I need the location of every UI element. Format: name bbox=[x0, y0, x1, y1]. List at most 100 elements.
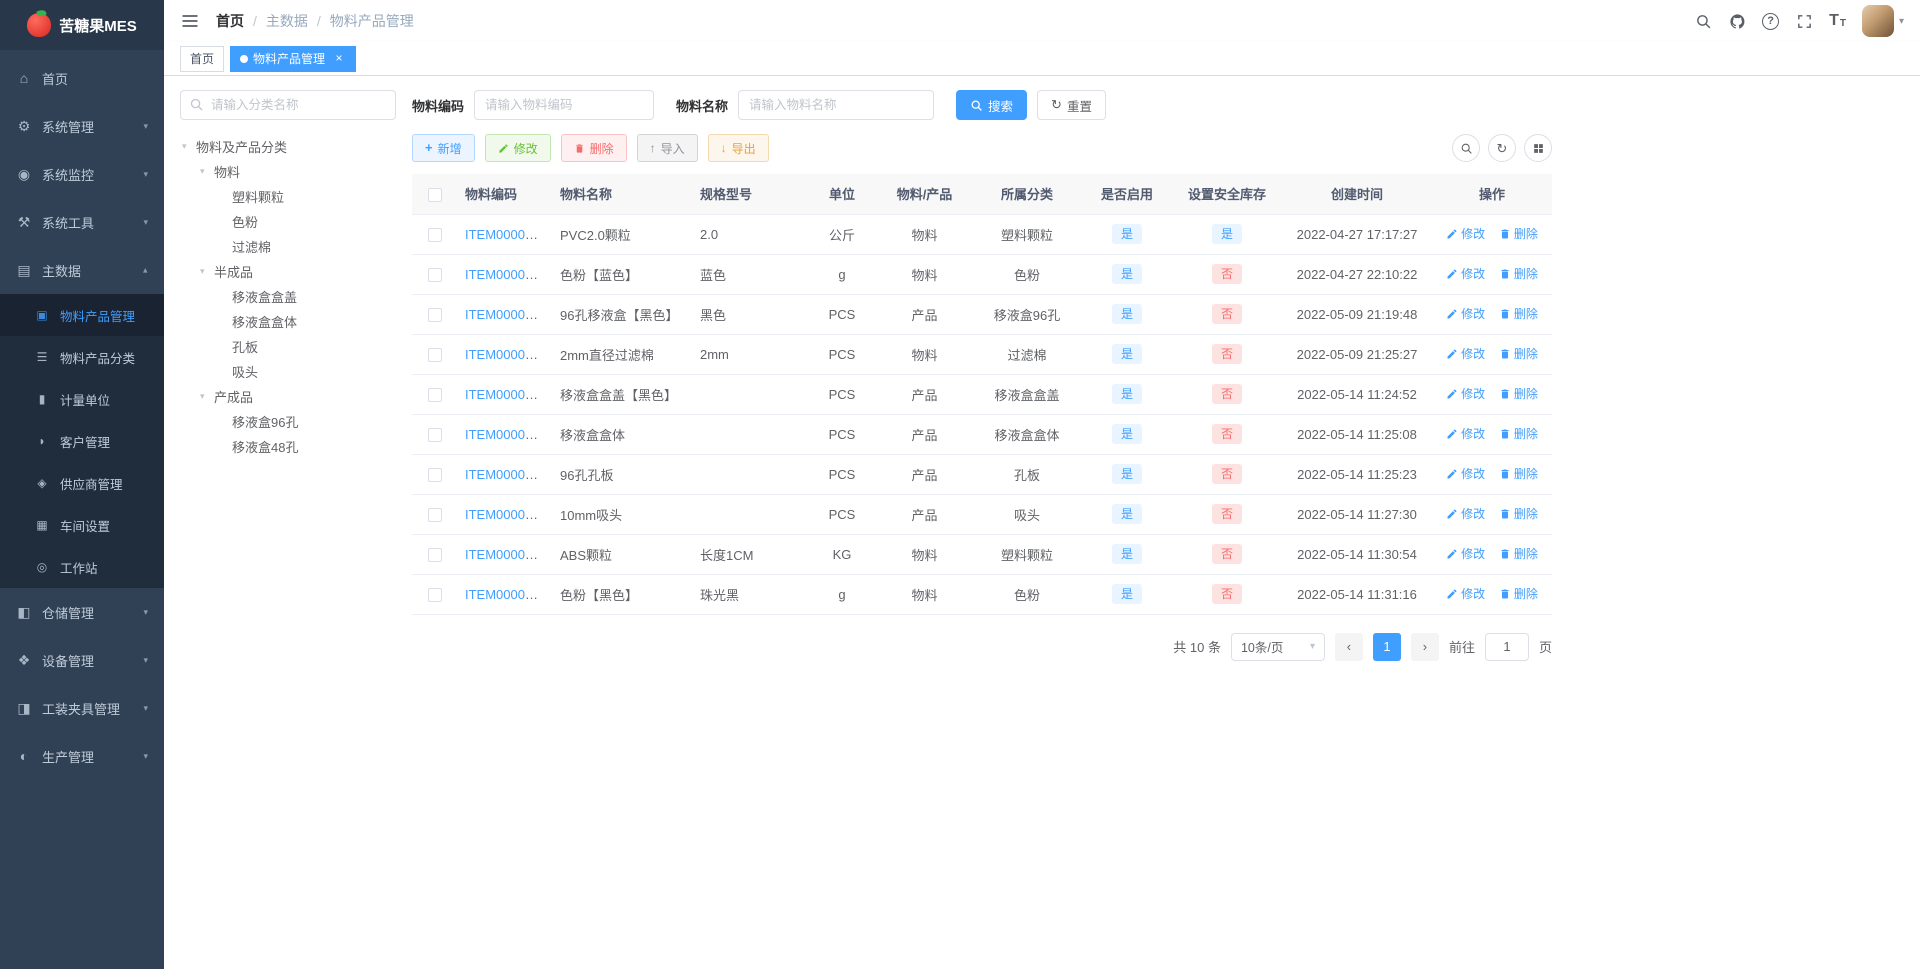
fullscreen-icon[interactable] bbox=[1795, 12, 1813, 30]
export-button[interactable]: 导出 bbox=[707, 134, 769, 162]
row-edit-button[interactable]: 修改 bbox=[1446, 425, 1485, 442]
material-code-link[interactable]: ITEM00000052 bbox=[465, 427, 552, 442]
row-delete-button[interactable]: 删除 bbox=[1499, 345, 1538, 362]
tree-node[interactable]: 移液盒96孔 bbox=[180, 409, 396, 434]
row-edit-button[interactable]: 修改 bbox=[1446, 345, 1485, 362]
tree-node[interactable]: 移液盒盒盖 bbox=[180, 284, 396, 309]
row-checkbox[interactable] bbox=[427, 347, 442, 362]
sidebar-toggle-icon[interactable] bbox=[180, 11, 200, 31]
material-code-link[interactable]: ITEM00000046 bbox=[465, 307, 552, 322]
row-delete-button[interactable]: 删除 bbox=[1499, 385, 1538, 402]
row-edit-button[interactable]: 修改 bbox=[1446, 305, 1485, 322]
sidebar-item[interactable]: ⚒ 系统工具 bbox=[0, 198, 164, 246]
sidebar-item[interactable]: ◐ 生产管理 bbox=[0, 732, 164, 780]
toggle-search-button[interactable] bbox=[1452, 134, 1480, 162]
tab[interactable]: 物料产品管理 bbox=[230, 45, 357, 72]
goto-page-input[interactable] bbox=[1484, 632, 1529, 661]
row-edit-button[interactable]: 修改 bbox=[1446, 585, 1485, 602]
sidebar-item[interactable]: ▮ 计量单位 bbox=[0, 378, 164, 420]
row-edit-button[interactable]: 修改 bbox=[1446, 385, 1485, 402]
row-checkbox[interactable] bbox=[427, 267, 442, 282]
font-size-icon[interactable] bbox=[1829, 13, 1846, 29]
row-checkbox[interactable] bbox=[427, 227, 442, 242]
row-edit-button[interactable]: 修改 bbox=[1446, 545, 1485, 562]
sidebar-item[interactable]: ☰ 物料产品分类 bbox=[0, 336, 164, 378]
tree-node[interactable]: 孔板 bbox=[180, 334, 396, 359]
row-edit-button[interactable]: 修改 bbox=[1446, 225, 1485, 242]
edit-button[interactable]: 修改 bbox=[484, 134, 551, 162]
row-checkbox[interactable] bbox=[427, 467, 442, 482]
row-checkbox[interactable] bbox=[427, 387, 442, 402]
app-logo[interactable]: 苦糖果MES bbox=[0, 0, 164, 50]
tree-node[interactable]: 吸头 bbox=[180, 359, 396, 384]
next-page-button[interactable]: › bbox=[1410, 632, 1439, 661]
sidebar-item[interactable]: ⚙ 系统管理 bbox=[0, 102, 164, 150]
columns-button[interactable] bbox=[1524, 134, 1552, 162]
material-code-link[interactable]: ITEM00000053 bbox=[465, 467, 552, 482]
tree-node[interactable]: 移液盒48孔 bbox=[180, 434, 396, 459]
row-checkbox[interactable] bbox=[427, 547, 442, 562]
tree-node[interactable]: 塑料颗粒 bbox=[180, 184, 396, 209]
select-all-checkbox[interactable] bbox=[427, 187, 442, 202]
tree-node[interactable]: 物料及产品分类 bbox=[180, 134, 396, 159]
material-code-link[interactable]: ITEM00000041 bbox=[465, 267, 552, 282]
breadcrumb-home[interactable]: 首页 bbox=[216, 11, 244, 31]
tree-node[interactable]: 半成品 bbox=[180, 259, 396, 284]
category-search-input[interactable] bbox=[180, 90, 396, 120]
row-delete-button[interactable]: 删除 bbox=[1499, 545, 1538, 562]
material-code-input[interactable] bbox=[474, 90, 655, 120]
material-code-link[interactable]: ITEM00000037 bbox=[465, 227, 552, 242]
add-button[interactable]: 新增 bbox=[412, 134, 475, 162]
row-edit-button[interactable]: 修改 bbox=[1446, 265, 1485, 282]
sidebar-item[interactable]: ⌂ 首页 bbox=[0, 54, 164, 102]
current-page-button[interactable]: 1 bbox=[1372, 632, 1401, 661]
row-edit-button[interactable]: 修改 bbox=[1446, 465, 1485, 482]
tree-node[interactable]: 色粉 bbox=[180, 209, 396, 234]
row-delete-button[interactable]: 删除 bbox=[1499, 585, 1538, 602]
sidebar-item[interactable]: ▤ 主数据 bbox=[0, 246, 164, 294]
row-delete-button[interactable]: 删除 bbox=[1499, 225, 1538, 242]
delete-button[interactable]: 删除 bbox=[560, 134, 627, 162]
material-code-link[interactable]: ITEM00000054 bbox=[465, 507, 552, 522]
material-code-link[interactable]: ITEM00000051 bbox=[465, 387, 552, 402]
refresh-button[interactable] bbox=[1488, 134, 1516, 162]
row-edit-button[interactable]: 修改 bbox=[1446, 505, 1485, 522]
material-code-link[interactable]: ITEM00000056 bbox=[465, 587, 552, 602]
material-name-input[interactable] bbox=[738, 90, 935, 120]
prev-page-button[interactable]: ‹ bbox=[1334, 632, 1363, 661]
user-menu[interactable] bbox=[1861, 5, 1904, 37]
page-size-select[interactable]: 10条/页 bbox=[1230, 632, 1325, 661]
sidebar-item[interactable]: ◉ 系统监控 bbox=[0, 150, 164, 198]
row-checkbox[interactable] bbox=[427, 427, 442, 442]
sidebar-item[interactable]: ◨ 工装夹具管理 bbox=[0, 684, 164, 732]
tab[interactable]: 首页 bbox=[180, 45, 225, 72]
tree-node[interactable]: 产成品 bbox=[180, 384, 396, 409]
reset-button[interactable]: 重置 bbox=[1037, 90, 1106, 120]
search-button[interactable]: 搜索 bbox=[956, 90, 1028, 120]
close-icon[interactable] bbox=[332, 52, 346, 66]
row-delete-button[interactable]: 删除 bbox=[1499, 425, 1538, 442]
sidebar-item[interactable]: ❖ 设备管理 bbox=[0, 636, 164, 684]
sidebar-item[interactable]: ◈ 供应商管理 bbox=[0, 462, 164, 504]
sidebar-item[interactable]: ◗ 客户管理 bbox=[0, 420, 164, 462]
row-checkbox[interactable] bbox=[427, 587, 442, 602]
tree-node[interactable]: 物料 bbox=[180, 159, 396, 184]
row-delete-button[interactable]: 删除 bbox=[1499, 505, 1538, 522]
material-code-link[interactable]: ITEM00000055 bbox=[465, 547, 552, 562]
tree-node[interactable]: 过滤棉 bbox=[180, 234, 396, 259]
material-code-link[interactable]: ITEM00000049 bbox=[465, 347, 552, 362]
row-delete-button[interactable]: 删除 bbox=[1499, 465, 1538, 482]
tree-node[interactable]: 移液盒盒体 bbox=[180, 309, 396, 334]
github-icon[interactable] bbox=[1728, 12, 1746, 30]
sidebar-item[interactable]: ▦ 车间设置 bbox=[0, 504, 164, 546]
sidebar-item[interactable]: ◎ 工作站 bbox=[0, 546, 164, 588]
search-icon[interactable] bbox=[1694, 12, 1712, 30]
row-checkbox[interactable] bbox=[427, 307, 442, 322]
import-button[interactable]: 导入 bbox=[636, 134, 698, 162]
sidebar-item[interactable]: ◧ 仓储管理 bbox=[0, 588, 164, 636]
row-delete-button[interactable]: 删除 bbox=[1499, 305, 1538, 322]
sidebar-item[interactable]: ▣ 物料产品管理 bbox=[0, 294, 164, 336]
help-icon[interactable] bbox=[1762, 12, 1780, 30]
row-checkbox[interactable] bbox=[427, 507, 442, 522]
row-delete-button[interactable]: 删除 bbox=[1499, 265, 1538, 282]
